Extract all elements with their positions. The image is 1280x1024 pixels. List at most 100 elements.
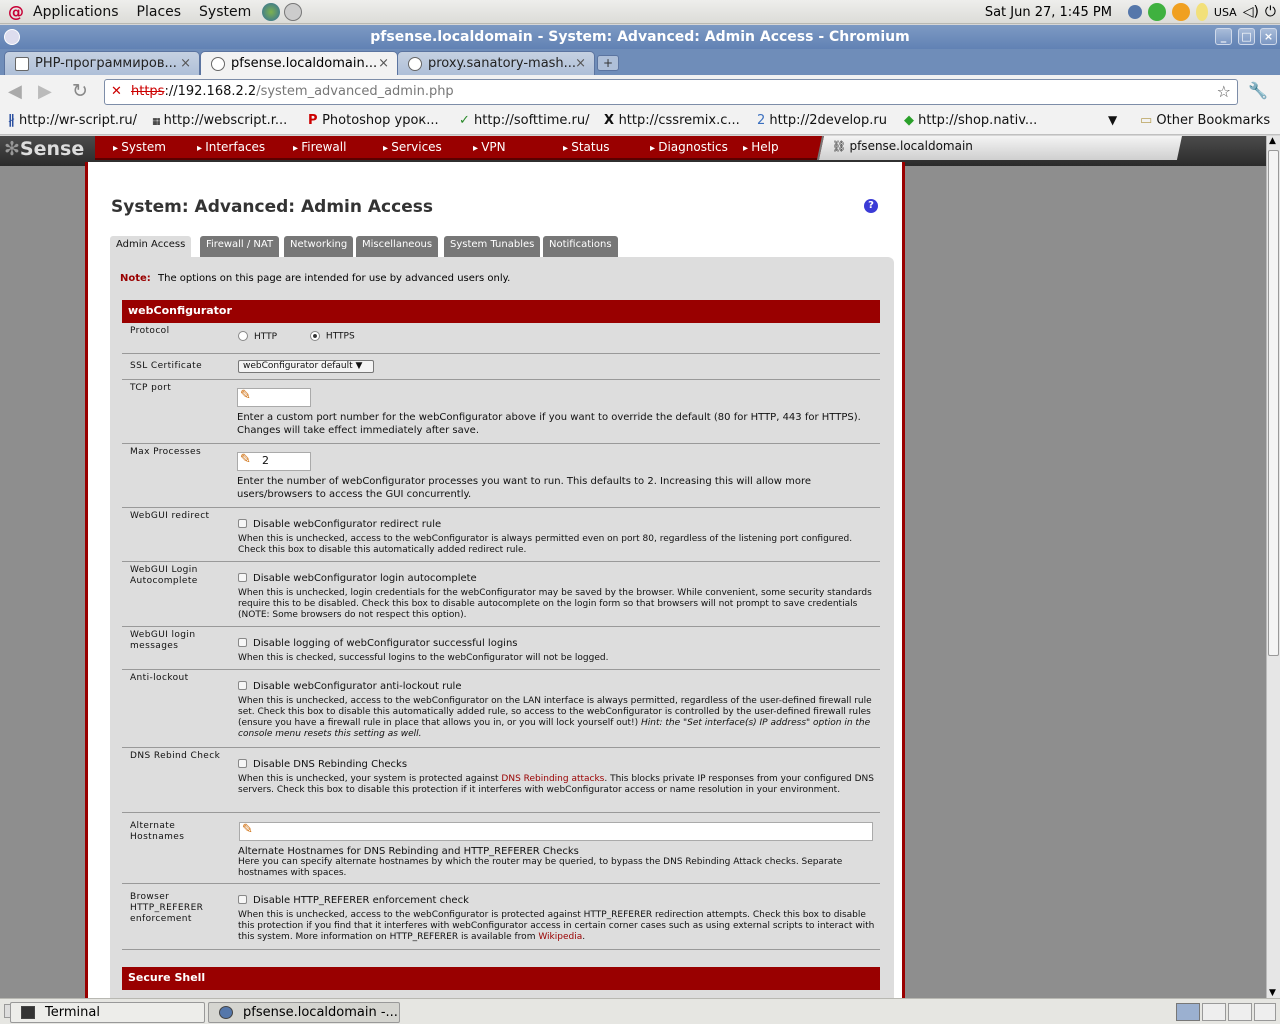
redirect-checkbox[interactable]: [238, 519, 247, 528]
scroll-thumb[interactable]: [1268, 150, 1279, 656]
bookmark-webscript[interactable]: ▦ http://webscript.r...: [152, 113, 287, 128]
redirect-check-label: Disable webConfigurator redirect rule: [253, 519, 442, 530]
tab-networking[interactable]: Networking: [284, 236, 354, 257]
lightbulb-icon[interactable]: [1195, 3, 1208, 21]
bookmark-wr-script[interactable]: ∦ http://wr-script.ru/: [8, 113, 137, 128]
page-scrollbar[interactable]: ▲ ▼: [1266, 136, 1280, 998]
reload-icon[interactable]: ↻: [72, 80, 88, 102]
back-icon[interactable]: ◀: [8, 81, 22, 102]
scroll-down-icon[interactable]: ▼: [1269, 988, 1276, 998]
note: Note: The options on this page are inten…: [120, 273, 510, 284]
menu-places[interactable]: Places: [128, 4, 191, 20]
window-menu-icon[interactable]: [4, 29, 20, 45]
help-icon[interactable]: ?: [864, 199, 878, 213]
tab-notifications[interactable]: Notifications: [543, 236, 618, 257]
new-tab-button[interactable]: +: [597, 55, 619, 71]
tcp-port-input[interactable]: ✎: [237, 388, 311, 407]
menu-system[interactable]: System: [190, 4, 260, 20]
protocol-http-radio[interactable]: [238, 331, 248, 341]
tab-close-icon[interactable]: ×: [575, 56, 586, 71]
althosts-input[interactable]: ✎: [239, 822, 873, 841]
dnsrebind-checkbox[interactable]: [238, 759, 247, 768]
keyboard-layout[interactable]: USA: [1214, 6, 1237, 19]
nav-interfaces[interactable]: Interfaces: [197, 140, 265, 154]
toolbar: ◀ ▶ ↻ ✕ https://192.168.2.2/system_advan…: [0, 75, 1280, 109]
volume-icon[interactable]: ◁): [1243, 4, 1259, 20]
tab-close-icon[interactable]: ×: [180, 56, 191, 71]
tab-body: Note: The options on this page are inten…: [110, 257, 894, 998]
power-icon[interactable]: ⏻: [1265, 4, 1276, 20]
maximize-button[interactable]: □: [1238, 28, 1255, 45]
tab-system-tunables[interactable]: System Tunables: [444, 236, 541, 257]
nav-help[interactable]: Help: [743, 140, 778, 154]
chromium-tray-icon[interactable]: [1127, 5, 1142, 19]
pencil-icon: ✎: [240, 452, 251, 467]
tab-php[interactable]: PHP-программиров... ×: [4, 51, 200, 75]
pencil-icon: ✎: [242, 822, 253, 837]
logo-gear-icon: ✻: [4, 138, 20, 160]
ssl-select[interactable]: webConfigurator default ▼: [238, 360, 374, 373]
nav-firewall[interactable]: Firewall: [293, 140, 346, 154]
task-terminal[interactable]: Terminal: [10, 1002, 205, 1023]
tab-admin-access[interactable]: Admin Access: [110, 236, 192, 257]
network-launcher-icon[interactable]: [284, 2, 303, 21]
autocomplete-desc: When this is unchecked, login credential…: [238, 588, 872, 620]
pfsense-favicon: [211, 57, 225, 71]
nav-diagnostics[interactable]: Diagnostics: [650, 140, 728, 154]
tab-close-icon[interactable]: ×: [378, 56, 389, 71]
page-viewport: ✻Sense System Interfaces Firewall Servic…: [0, 136, 1266, 998]
clock[interactable]: Sat Jun 27, 1:45 PM: [985, 5, 1112, 20]
autocomplete-checkbox[interactable]: [238, 573, 247, 582]
workspace-4[interactable]: [1254, 1003, 1276, 1021]
menu-applications[interactable]: Applications: [24, 4, 128, 20]
bookmark-cssremix[interactable]: X http://cssremix.c...: [604, 113, 740, 128]
dns-rebinding-link[interactable]: DNS Rebinding attacks: [501, 774, 604, 784]
scroll-up-icon[interactable]: ▲: [1269, 136, 1276, 146]
other-bookmarks[interactable]: ▭ Other Bookmarks: [1140, 113, 1270, 128]
bookmark-photoshop[interactable]: P Photoshop урок...: [308, 113, 439, 128]
bookmarks-overflow-icon[interactable]: ▼: [1108, 113, 1117, 127]
bookmark-star-icon[interactable]: ☆: [1217, 80, 1231, 104]
althosts-desc: Here you can specify alternate hostnames…: [238, 857, 843, 878]
workspace-3[interactable]: [1228, 1003, 1252, 1021]
nav-system[interactable]: System: [113, 140, 166, 154]
close-button[interactable]: ×: [1260, 28, 1277, 45]
bookmark-softtime[interactable]: ✓ http://softtime.ru/: [459, 113, 590, 128]
task-chromium[interactable]: pfsense.localdomain -...: [208, 1002, 400, 1023]
row-login-autocomplete: WebGUI Login Autocomplete Disable webCon…: [122, 562, 880, 627]
tab-firewall-nat[interactable]: Firewall / NAT: [200, 236, 280, 257]
bookmark-icon: P: [308, 113, 323, 128]
nav-services[interactable]: Services: [383, 140, 442, 154]
ssl-label: SSL Certificate: [130, 361, 203, 371]
bookmark-2develop[interactable]: 2 http://2develop.ru: [757, 113, 887, 128]
bookmark-shop[interactable]: ◆ http://shop.nativ...: [904, 113, 1037, 128]
address-bar[interactable]: ✕ https://192.168.2.2/system_advanced_ad…: [104, 79, 1238, 105]
wikipedia-link[interactable]: Wikipedia: [538, 932, 582, 942]
nav-vpn[interactable]: VPN: [473, 140, 505, 154]
bookmark-icon: ∦: [8, 113, 20, 128]
debian-icon[interactable]: @: [8, 2, 24, 21]
protocol-label: Protocol: [130, 326, 170, 336]
redirect-option: Disable webConfigurator redirect rule: [238, 519, 878, 530]
wrench-icon[interactable]: 🔧: [1248, 81, 1268, 100]
workspace-1[interactable]: [1176, 1003, 1200, 1021]
row-alternate-hostnames: Alternate Hostnames ✎ Alternate Hostname…: [122, 813, 880, 884]
protocol-http-label: HTTP: [254, 331, 278, 342]
chevron-down-icon: ▼: [355, 361, 363, 371]
referer-option: Disable HTTP_REFERER enforcement check: [238, 895, 878, 906]
tab-proxy[interactable]: proxy.sanatory-mash... ×: [397, 51, 595, 75]
protocol-https-radio[interactable]: [309, 331, 320, 341]
tab-pfsense[interactable]: pfsense.localdomain... ×: [200, 51, 398, 75]
minimize-button[interactable]: _: [1215, 28, 1232, 45]
browser-launcher-icon[interactable]: [262, 2, 281, 21]
update-ok-icon[interactable]: [1147, 3, 1166, 21]
antilockout-checkbox[interactable]: [238, 681, 247, 690]
nav-status[interactable]: Status: [563, 140, 609, 154]
tab-miscellaneous[interactable]: Miscellaneous: [356, 236, 439, 257]
max-processes-input[interactable]: ✎ 2: [237, 452, 311, 471]
loginmsg-checkbox[interactable]: [238, 638, 247, 647]
referer-checkbox[interactable]: [238, 895, 247, 904]
forward-icon[interactable]: ▶: [38, 81, 52, 102]
workspace-2[interactable]: [1202, 1003, 1226, 1021]
update-notifier-icon[interactable]: [1171, 3, 1190, 21]
